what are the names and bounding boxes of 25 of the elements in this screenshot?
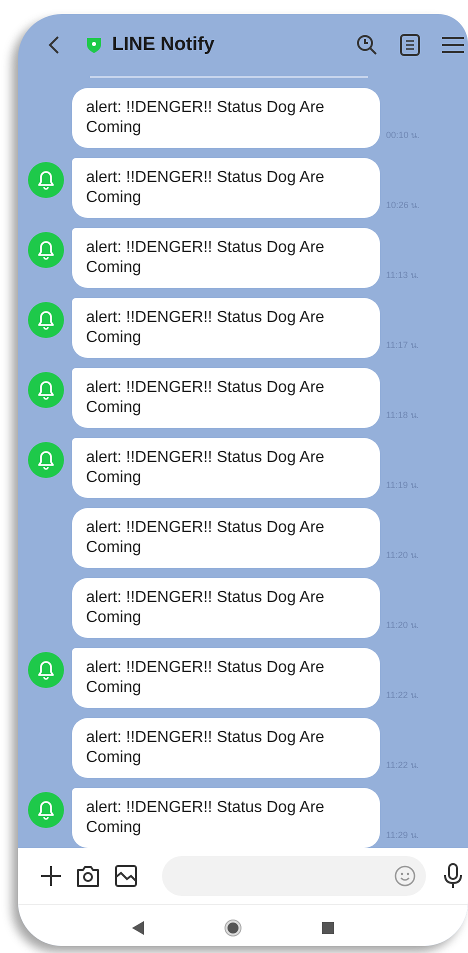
- chat-title: LINE Notify: [112, 34, 214, 56]
- message-bubble: alert: !!DENGER!! Status Dog Are Coming: [72, 158, 380, 218]
- menu-icon[interactable]: [442, 36, 464, 54]
- message-bubble: alert: !!DENGER!! Status Dog Are Coming: [72, 578, 380, 638]
- emoji-icon[interactable]: [394, 865, 416, 887]
- message-bubble: alert: !!DENGER!! Status Dog Are Coming: [72, 438, 380, 498]
- home-nav-icon[interactable]: [224, 919, 242, 937]
- search-icon[interactable]: [356, 34, 378, 56]
- back-nav-icon[interactable]: [132, 921, 144, 935]
- plus-icon[interactable]: [40, 865, 62, 887]
- message-bubble: alert: !!DENGER!! Status Dog Are Coming: [72, 648, 380, 708]
- microphone-icon[interactable]: [444, 863, 462, 889]
- message-bubble: alert: !!DENGER!! Status Dog Are Coming: [72, 788, 380, 848]
- message-bubble: alert: !!DENGER!! Status Dog Are Coming: [72, 508, 380, 568]
- shield-icon: [86, 36, 102, 54]
- camera-icon[interactable]: [76, 864, 100, 888]
- message-bubble: alert: !!DENGER!! Status Dog Are Coming: [72, 718, 380, 778]
- message-bubble: alert: !!DENGER!! Status Dog Are Coming: [72, 298, 380, 358]
- message-bubble: alert: !!DENGER!! Status Dog Are Coming: [72, 88, 380, 148]
- back-icon[interactable]: [48, 35, 60, 55]
- message-input[interactable]: [162, 856, 426, 896]
- message-bubble: alert: !!DENGER!! Status Dog Are Coming: [72, 368, 380, 428]
- notes-icon[interactable]: [400, 34, 420, 56]
- message-bubble: alert: !!DENGER!! Status Dog Are Coming: [72, 228, 380, 288]
- image-icon[interactable]: [114, 864, 138, 888]
